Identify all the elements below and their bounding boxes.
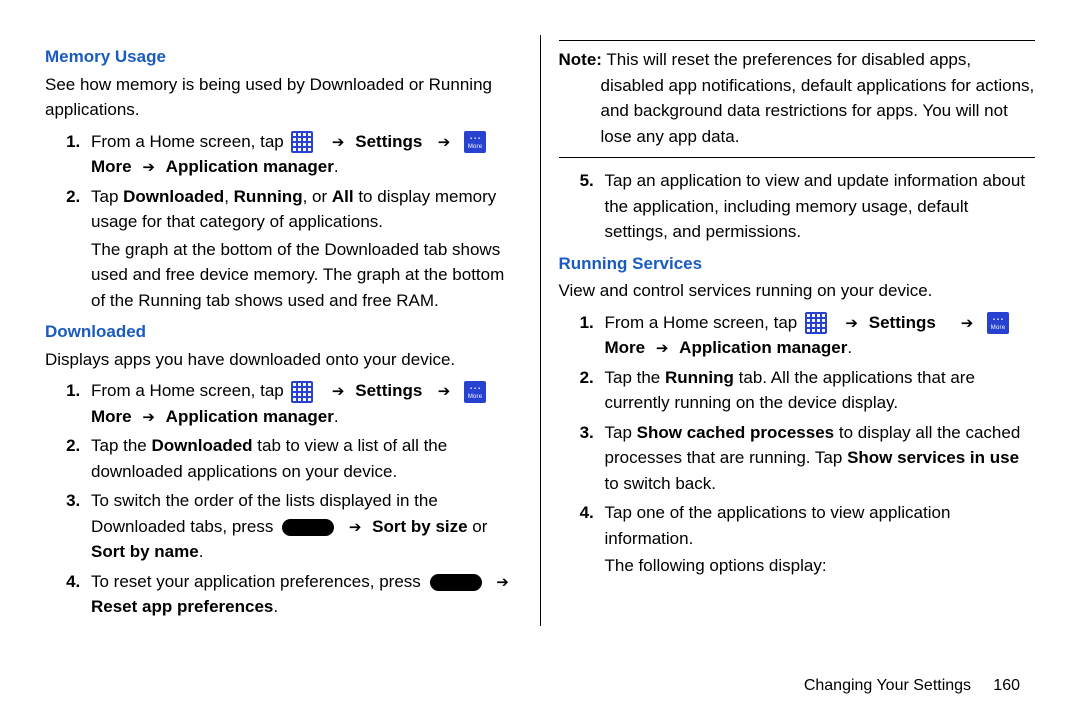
menu-key-icon xyxy=(430,574,482,591)
memory-intro-text: See how memory is being used by Download… xyxy=(45,72,522,123)
inline-bold: Running xyxy=(234,187,303,206)
inline-bold: Show services in use xyxy=(847,448,1019,467)
arrow-icon xyxy=(142,404,155,430)
memory-steps-list: From a Home screen, tap Settings More Ap… xyxy=(45,129,522,314)
step-text: Tap xyxy=(605,423,637,442)
list-item: From a Home screen, tap Settings More Ap… xyxy=(85,378,522,429)
right-column: Note: This will reset the preferences fo… xyxy=(559,40,1036,626)
arrow-icon xyxy=(142,154,155,180)
heading-memory-usage: Memory Usage xyxy=(45,44,522,70)
apps-grid-icon xyxy=(291,131,313,153)
more-label: More xyxy=(91,407,132,426)
inline-bold: Downloaded xyxy=(152,436,253,455)
note-label: Note: xyxy=(559,50,602,69)
more-label: More xyxy=(605,338,646,357)
appmgr-label: Application manager xyxy=(679,338,847,357)
arrow-icon xyxy=(496,569,509,595)
apps-grid-icon xyxy=(291,381,313,403)
list-item: From a Home screen, tap Settings More Ap… xyxy=(85,129,522,180)
step-text: From a Home screen, tap xyxy=(605,313,802,332)
list-item: Tap an application to view and update in… xyxy=(599,168,1036,245)
heading-running-services: Running Services xyxy=(559,251,1036,277)
more-icon xyxy=(987,312,1009,334)
menu-key-icon xyxy=(282,519,334,536)
list-item: Tap the Downloaded tab to view a list of… xyxy=(85,433,522,484)
downloaded-steps-list: From a Home screen, tap Settings More Ap… xyxy=(45,378,522,620)
settings-label: Settings xyxy=(355,132,422,151)
step-text: From a Home screen, tap xyxy=(91,381,288,400)
more-icon xyxy=(464,131,486,153)
arrow-icon xyxy=(656,335,669,361)
arrow-icon xyxy=(349,514,362,540)
inline-bold: Show cached processes xyxy=(637,423,834,442)
footer-section: Changing Your Settings xyxy=(804,677,971,694)
list-item: Tap Downloaded, Running, or All to displ… xyxy=(85,184,522,314)
note-text: This will reset the preferences for disa… xyxy=(601,50,1035,146)
step-text: From a Home screen, tap xyxy=(91,132,288,151)
inline-bold: Reset app preferences xyxy=(91,597,273,616)
column-divider xyxy=(540,35,541,626)
arrow-icon xyxy=(438,129,451,155)
inline-bold: Sort by size xyxy=(372,517,467,536)
arrow-icon xyxy=(438,378,451,404)
page-body: Memory Usage See how memory is being use… xyxy=(0,0,1080,646)
arrow-icon xyxy=(332,378,345,404)
more-label: More xyxy=(91,157,132,176)
list-item: Tap Show cached processes to display all… xyxy=(599,420,1036,497)
step-text: Tap the xyxy=(605,368,666,387)
running-intro-text: View and control services running on you… xyxy=(559,278,1036,304)
step-text: , xyxy=(224,187,233,206)
note-body: Note: This will reset the preferences fo… xyxy=(559,47,1036,149)
arrow-icon xyxy=(332,129,345,155)
note-box: Note: This will reset the preferences fo… xyxy=(559,40,1036,158)
arrow-icon xyxy=(961,310,974,336)
step-subtext: The following options display: xyxy=(605,553,1036,579)
list-item: From a Home screen, tap Settings More Ap… xyxy=(599,310,1036,361)
inline-bold: Sort by name xyxy=(91,542,199,561)
step-text: Tap an application to view and update in… xyxy=(605,171,1026,241)
inline-bold: All xyxy=(332,187,354,206)
arrow-icon xyxy=(845,310,858,336)
downloaded-intro-text: Displays apps you have downloaded onto y… xyxy=(45,347,522,373)
page-footer: Changing Your Settings 160 xyxy=(804,674,1020,698)
apps-grid-icon xyxy=(805,312,827,334)
list-item: Tap one of the applications to view appl… xyxy=(599,500,1036,579)
left-column: Memory Usage See how memory is being use… xyxy=(45,40,522,626)
appmgr-label: Application manager xyxy=(166,157,334,176)
list-item: To reset your application preferences, p… xyxy=(85,569,522,620)
running-steps-list: From a Home screen, tap Settings More Ap… xyxy=(559,310,1036,579)
inline-bold: Running xyxy=(665,368,734,387)
step-text: Tap one of the applications to view appl… xyxy=(605,503,951,548)
more-icon xyxy=(464,381,486,403)
footer-page-number: 160 xyxy=(993,677,1020,694)
list-item: To switch the order of the lists display… xyxy=(85,488,522,565)
appmgr-label: Application manager xyxy=(166,407,334,426)
settings-label: Settings xyxy=(869,313,936,332)
list-item: Tap the Running tab. All the application… xyxy=(599,365,1036,416)
step-subtext: The graph at the bottom of the Downloade… xyxy=(91,237,522,314)
step-text: to switch back. xyxy=(605,474,717,493)
step-text: Tap xyxy=(91,187,123,206)
continued-steps-list: Tap an application to view and update in… xyxy=(559,168,1036,245)
step-text: , or xyxy=(303,187,332,206)
step-text: or xyxy=(468,517,488,536)
heading-downloaded: Downloaded xyxy=(45,319,522,345)
inline-bold: Downloaded xyxy=(123,187,224,206)
step-text: To reset your application preferences, p… xyxy=(91,572,426,591)
settings-label: Settings xyxy=(355,381,422,400)
step-text: Tap the xyxy=(91,436,152,455)
